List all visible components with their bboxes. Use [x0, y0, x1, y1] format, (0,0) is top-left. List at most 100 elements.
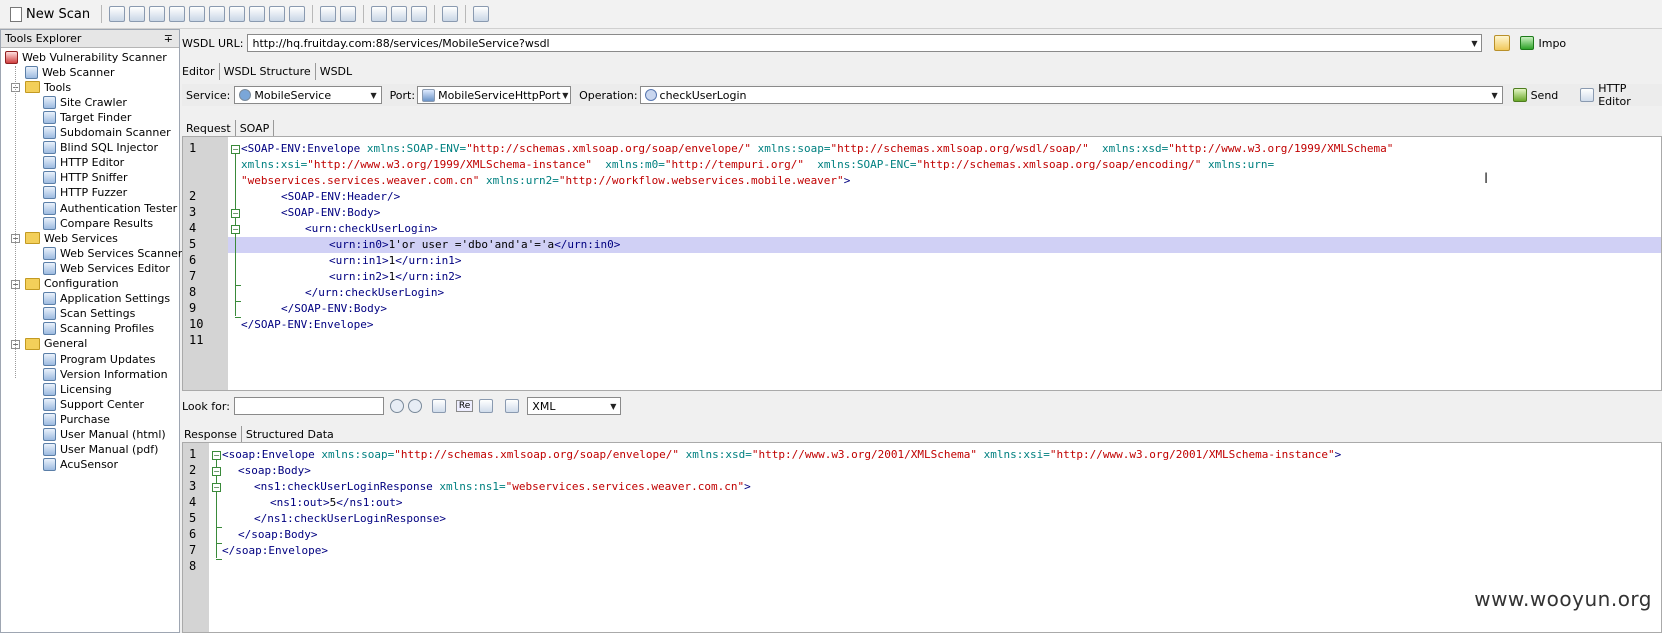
search-input[interactable] — [233, 397, 384, 415]
port-label: Port: — [389, 88, 416, 102]
tree-item-general-entry[interactable]: Support Center — [43, 396, 144, 412]
tree-item-tool[interactable]: Target Finder — [43, 109, 131, 125]
reporter-icon[interactable] — [473, 6, 490, 22]
import-button[interactable]: Impo — [1520, 34, 1566, 52]
code-view-icon[interactable] — [505, 399, 520, 413]
web-services-scanner-icon[interactable] — [320, 6, 337, 22]
fold-toggle-icon[interactable]: − — [231, 225, 240, 234]
tab-request[interactable]: Request — [182, 120, 236, 137]
fold-toggle-icon[interactable]: − — [212, 483, 221, 492]
tree-item-tool[interactable]: HTTP Editor — [43, 155, 124, 171]
tool-icon — [43, 261, 56, 275]
match-case-icon[interactable] — [431, 399, 446, 413]
tree-item-general-entry[interactable]: User Manual (html) — [43, 427, 166, 443]
tree-item-tool[interactable]: Subdomain Scanner — [43, 125, 171, 141]
http-editor-button[interactable]: HTTP Editor — [1580, 82, 1662, 108]
web-services-editor-icon[interactable] — [340, 6, 357, 22]
fold-toggle-icon[interactable]: − — [212, 467, 221, 476]
tree-item-label: Program Updates — [60, 352, 156, 366]
operation-select[interactable]: checkUserLogin ▼ — [639, 86, 1503, 104]
highlight-icon[interactable] — [479, 399, 494, 413]
tree-item-web-service[interactable]: Web Services Editor — [43, 260, 170, 276]
chevron-down-icon[interactable]: ▼ — [561, 87, 571, 103]
chevron-down-icon[interactable]: ▼ — [1488, 87, 1502, 103]
database-icon[interactable] — [189, 6, 206, 22]
lock-icon[interactable] — [269, 6, 286, 22]
tree-item-general-entry[interactable]: User Manual (pdf) — [43, 442, 158, 458]
tree-item-web-vulnerability-scanner[interactable]: Web Vulnerability Scanner — [5, 49, 167, 65]
open-folder-icon[interactable] — [129, 6, 146, 22]
tree-item-web-scanner[interactable]: Web Scanner — [25, 64, 114, 80]
tree-item-web-services[interactable]: Web Services — [25, 230, 118, 246]
tree-item-label: Tools — [44, 80, 72, 94]
new-scan-button[interactable]: New Scan — [6, 5, 94, 24]
folder-icon — [25, 81, 40, 94]
tree-item-tool[interactable]: Blind SQL Injector — [43, 140, 158, 156]
wsdl-url-input[interactable]: http://hq.fruitday.com:88/services/Mobil… — [247, 34, 1483, 52]
tool-icon — [43, 352, 56, 366]
tree-item-general-entry[interactable]: Purchase — [43, 411, 110, 427]
port-select[interactable]: MobileServiceHttpPort ▼ — [417, 86, 572, 104]
regex-icon[interactable]: Re — [455, 400, 474, 412]
pin-icon[interactable]: ∓ — [164, 32, 173, 45]
response-code-line: <soap:Envelope xmlns:soap="http://schema… — [222, 448, 1342, 461]
tree-item-label: Authentication Tester — [60, 201, 178, 215]
find-previous-icon[interactable] — [407, 399, 422, 413]
globe-icon[interactable] — [229, 6, 246, 22]
line-number: 1 — [189, 141, 197, 155]
tree-item-general-entry[interactable]: Licensing — [43, 381, 112, 397]
fold-toggle-icon[interactable]: − — [231, 145, 240, 154]
service-select[interactable]: MobileService ▼ — [234, 86, 382, 104]
tree-item-tools[interactable]: Tools — [25, 79, 71, 95]
scheduler-icon[interactable] — [442, 6, 459, 22]
profiles-icon[interactable] — [411, 6, 428, 22]
tab-soap[interactable]: SOAP — [236, 120, 275, 137]
tab-response[interactable]: Response — [182, 426, 242, 443]
tab-wsdl-structure[interactable]: WSDL Structure — [220, 63, 316, 80]
find-icon[interactable] — [169, 6, 186, 22]
fold-toggle-icon[interactable]: − — [231, 209, 240, 218]
tree-item-general-entry[interactable]: AcuSensor — [43, 457, 118, 473]
tree-item-tool[interactable]: HTTP Sniffer — [43, 170, 128, 186]
request-editor[interactable]: 1 2 3 4 5 6 7 8 9 10 11 − − − <SOAP-ENV:Envelope x… — [182, 136, 1662, 391]
compare-icon[interactable] — [289, 6, 306, 22]
tab-structured-data[interactable]: Structured Data — [242, 426, 338, 443]
tree-item-tool[interactable]: Authentication Tester — [43, 200, 177, 216]
tree-item-label: Purchase — [60, 412, 110, 426]
send-button[interactable]: Send — [1512, 86, 1558, 104]
response-code-line: </soap:Body> — [238, 528, 318, 541]
request-code-line: xmlns:xsi="http://www.w3.org/1999/XMLSch… — [241, 158, 1275, 171]
tree-item-label: Subdomain Scanner — [60, 126, 171, 139]
tree-item-configuration-entry[interactable]: Application Settings — [43, 291, 170, 307]
search-icon[interactable] — [149, 6, 166, 22]
request-code-line: </urn:checkUserLogin> — [305, 286, 445, 299]
request-code-line: <urn:checkUserLogin> — [305, 222, 438, 235]
tree-item-configuration[interactable]: Configuration — [25, 276, 119, 292]
open-folder-icon[interactable] — [1494, 35, 1511, 51]
chevron-down-icon[interactable]: ▼ — [606, 398, 620, 414]
tree-item-web-service[interactable]: Web Services Scanner — [43, 245, 182, 261]
http-editor-icon[interactable] — [209, 6, 226, 22]
tree-item-general-entry[interactable]: Program Updates — [43, 351, 155, 367]
format-select[interactable]: XML ▼ — [527, 397, 622, 415]
tree-item-tool[interactable]: Site Crawler — [43, 94, 127, 110]
tree-item-configuration-entry[interactable]: Scan Settings — [43, 306, 135, 322]
tree-item-configuration-entry[interactable]: Scanning Profiles — [43, 321, 154, 337]
tree-item-tool[interactable]: Compare Results — [43, 215, 153, 231]
fuzzer-icon[interactable] — [249, 6, 266, 22]
scan-settings-icon[interactable] — [391, 6, 408, 22]
import-icon — [1520, 36, 1535, 50]
tab-wsdl[interactable]: WSDL — [316, 63, 356, 80]
open-scan-icon[interactable] — [109, 6, 126, 22]
tree-item-general-entry[interactable]: Version Information — [43, 366, 168, 382]
settings-icon[interactable] — [371, 6, 388, 22]
response-editor[interactable]: 1 2 3 4 5 6 7 8 − − − <soap:Envelope xmlns:soap… — [182, 442, 1662, 633]
chevron-down-icon[interactable]: ▼ — [1467, 35, 1481, 51]
tab-editor[interactable]: Editor — [182, 63, 220, 80]
find-next-icon[interactable] — [389, 399, 404, 413]
fold-toggle-icon[interactable]: − — [212, 451, 221, 460]
tree-item-tool[interactable]: HTTP Fuzzer — [43, 185, 127, 201]
tree-item-general[interactable]: General — [25, 336, 87, 352]
chevron-down-icon[interactable]: ▼ — [367, 87, 381, 103]
tree-item-label: Web Services Editor — [60, 261, 170, 275]
